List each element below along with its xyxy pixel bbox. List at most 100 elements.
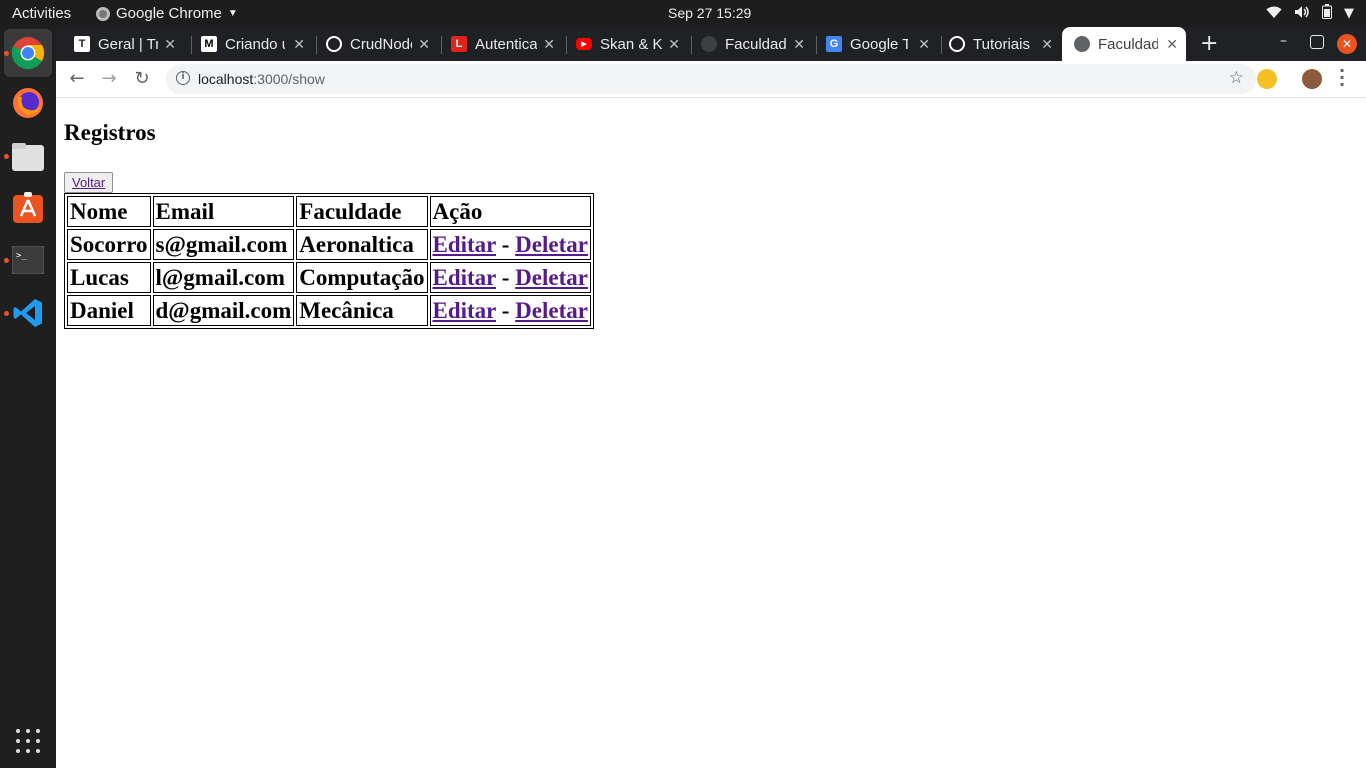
header-nome: Nome: [67, 196, 151, 227]
running-indicator: [4, 311, 9, 316]
action-separator: -: [501, 264, 510, 290]
vscode-icon[interactable]: [10, 295, 46, 331]
records-table: Nome Email Faculdade Ação Socorro s@gmai…: [64, 193, 594, 329]
globe-icon: [701, 36, 717, 52]
close-icon[interactable]: ✕: [164, 36, 176, 53]
avatar[interactable]: [1302, 69, 1322, 89]
terminal-icon[interactable]: >_: [10, 242, 46, 278]
cell-acao: Editar - Deletar: [429, 229, 591, 260]
deletar-link[interactable]: Deletar: [515, 265, 588, 290]
chrome-app-icon: [96, 6, 110, 21]
close-icon[interactable]: ✕: [918, 36, 930, 53]
tab-youtube[interactable]: ▶ Skan & Krale ✕: [576, 28, 688, 60]
cell-acao: Editar - Deletar: [429, 262, 591, 293]
new-tab-plus-icon[interactable]: +: [1200, 31, 1218, 56]
cell-email: d@gmail.com: [152, 295, 295, 326]
tab-github-tutoriais[interactable]: Tutoriais ✕: [949, 28, 1061, 60]
show-applications-icon[interactable]: [16, 729, 40, 753]
minimize-icon[interactable]: –: [1280, 33, 1287, 49]
bookmark-star-icon[interactable]: ☆: [1229, 68, 1244, 88]
cell-nome: Lucas: [67, 262, 151, 293]
site-info-icon[interactable]: i: [176, 71, 190, 85]
editar-link[interactable]: Editar: [433, 232, 496, 257]
activities-button[interactable]: Activities: [12, 5, 71, 22]
cell-faculdade: Mecânica: [296, 295, 428, 326]
deletar-link[interactable]: Deletar: [515, 232, 588, 257]
window-close-icon[interactable]: ✕: [1337, 34, 1357, 54]
cell-faculdade: Computação: [296, 262, 428, 293]
url-host: localhost: [198, 71, 254, 87]
tab-google-translate[interactable]: G Google Tradutor ✕: [826, 28, 938, 60]
more-menu-icon[interactable]: · · ·: [1339, 63, 1345, 93]
running-indicator: [4, 51, 9, 56]
back-arrow-icon[interactable]: ←: [66, 68, 88, 90]
close-icon[interactable]: ✕: [418, 36, 430, 53]
firefox-icon[interactable]: [10, 85, 46, 121]
header-faculdade: Faculdade: [296, 196, 428, 227]
voltar-button[interactable]: Voltar: [64, 172, 114, 193]
tab-label: Criando uma: [225, 35, 285, 53]
tab-faculdade[interactable]: Faculdade ✕: [701, 28, 813, 60]
app-menu-label: Google Chrome: [116, 5, 222, 22]
tab-label: Google Tradutor: [850, 35, 908, 53]
voltar-link[interactable]: Voltar: [72, 175, 105, 190]
reload-icon[interactable]: ↻: [131, 68, 153, 90]
system-tray[interactable]: ▼: [1266, 4, 1354, 23]
caret-down-icon: ▼: [227, 8, 238, 19]
extension-icon[interactable]: [1257, 69, 1277, 89]
close-icon[interactable]: ✕: [668, 36, 680, 53]
clock[interactable]: Sep 27 15:29: [668, 5, 751, 21]
wifi-icon: [1266, 5, 1282, 23]
forward-arrow-icon[interactable]: →: [98, 68, 120, 90]
medium-icon: M: [201, 36, 217, 52]
tab-trello[interactable]: T Geral | Trello ✕: [74, 28, 184, 60]
tab-faculdade-active[interactable]: Faculdade ✕: [1062, 27, 1186, 61]
running-indicator: [4, 258, 9, 263]
ubuntu-dock: >_: [0, 27, 56, 768]
youtube-icon: ▶: [576, 38, 592, 50]
table-header-row: Nome Email Faculdade Ação: [67, 196, 591, 227]
software-icon[interactable]: [10, 190, 46, 226]
tab-label: Faculdade: [725, 35, 787, 53]
maximize-icon[interactable]: [1310, 35, 1324, 49]
github-icon: [949, 36, 965, 52]
chrome-toolbar: ← → ↻ i localhost:3000/show ☆ · · ·: [56, 61, 1366, 98]
close-icon[interactable]: ✕: [1041, 36, 1053, 53]
translate-icon: G: [826, 36, 842, 52]
close-icon[interactable]: ✕: [1166, 36, 1178, 53]
cell-acao: Editar - Deletar: [429, 295, 591, 326]
battery-icon: [1322, 4, 1332, 23]
svg-text:>_: >_: [16, 251, 27, 261]
chrome-icon[interactable]: [10, 35, 46, 71]
tab-github-crudnode[interactable]: CrudNode ✕: [326, 28, 438, 60]
table-row: Lucas l@gmail.com Computação Editar - De…: [67, 262, 591, 293]
close-icon[interactable]: ✕: [793, 36, 805, 53]
l-icon: L: [451, 36, 467, 52]
page-title: Registros: [64, 120, 156, 145]
address-bar[interactable]: i localhost:3000/show ☆: [166, 64, 1256, 94]
volume-icon: [1294, 5, 1310, 23]
cell-nome: Socorro: [67, 229, 151, 260]
header-acao: Ação: [429, 196, 591, 227]
page-content: Registros Voltar Nome Email Faculdade Aç…: [56, 99, 1366, 768]
header-email: Email: [152, 196, 295, 227]
url-text[interactable]: localhost:3000/show: [198, 71, 325, 87]
table-row: Daniel d@gmail.com Mecânica Editar - Del…: [67, 295, 591, 326]
tab-medium[interactable]: M Criando uma ✕: [201, 28, 313, 60]
editar-link[interactable]: Editar: [433, 298, 496, 323]
deletar-link[interactable]: Deletar: [515, 298, 588, 323]
trello-icon: T: [74, 36, 90, 52]
globe-icon: [1074, 36, 1090, 52]
cell-faculdade: Aeronaltica: [296, 229, 428, 260]
files-icon[interactable]: [10, 139, 46, 175]
close-icon[interactable]: ✕: [293, 36, 305, 53]
editar-link[interactable]: Editar: [433, 265, 496, 290]
action-separator: -: [501, 231, 510, 257]
app-menu[interactable]: Google Chrome ▼: [96, 5, 238, 22]
gnome-top-bar: Activities Google Chrome ▼ Sep 27 15:29 …: [0, 0, 1366, 27]
tab-label: Faculdade: [1098, 35, 1158, 53]
tab-autenticacao[interactable]: L Autenticação ✕: [451, 28, 563, 60]
close-icon[interactable]: ✕: [543, 36, 555, 53]
table-row: Socorro s@gmail.com Aeronaltica Editar -…: [67, 229, 591, 260]
tab-label: Autenticação: [475, 35, 537, 53]
